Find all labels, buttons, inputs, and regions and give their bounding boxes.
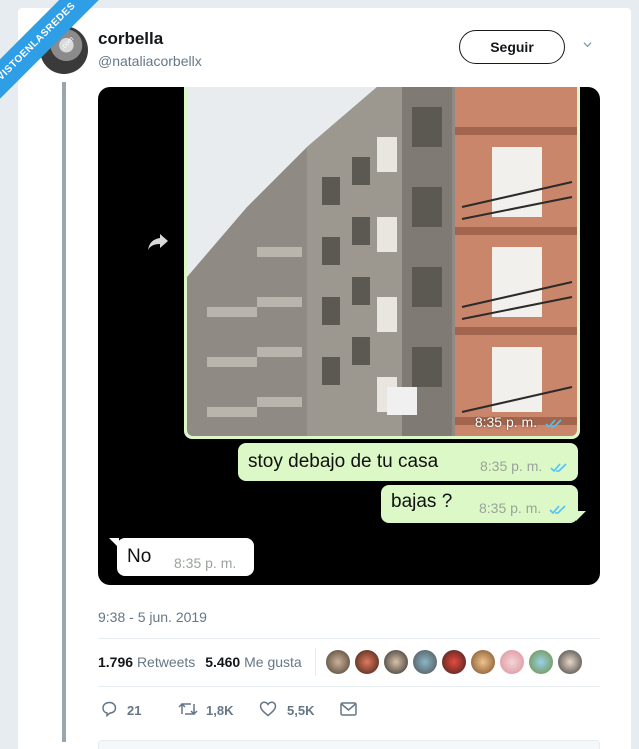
message-time: 8:35 p. m. (479, 500, 567, 516)
reply-count[interactable]: 21 (127, 703, 141, 718)
liker-avatar[interactable] (413, 650, 437, 674)
author-handle[interactable]: @nataliacorbellx (98, 53, 202, 69)
watermark-text: VISTOENLASREDES (0, 0, 100, 105)
liker-avatar[interactable] (442, 650, 466, 674)
tweet-media[interactable]: 8:35 p. m. stoy debajo de tu casa 8:35 p… (98, 87, 600, 585)
mail-icon[interactable] (340, 702, 357, 716)
retweets-label[interactable]: Retweets (137, 654, 195, 670)
divider (98, 686, 600, 687)
read-ticks-icon (549, 505, 566, 514)
liker-avatar[interactable] (558, 650, 582, 674)
message-text: No (127, 546, 152, 567)
reply-composer-edge (98, 740, 600, 749)
message-bubble: bajas ? 8:35 p. m. (381, 485, 578, 523)
follow-button[interactable]: Seguir (459, 30, 565, 64)
building-photo: 8:35 p. m. (187, 87, 577, 436)
message-bubble: stoy debajo de tu casa 8:35 p. m. (238, 443, 578, 481)
forward-icon (148, 234, 168, 250)
message-bubble: No 8:35 p. m. (117, 538, 254, 576)
message-time: 8:35 p. m. (480, 458, 568, 474)
watermark-banner: VISTOENLASREDES (0, 0, 110, 110)
thread-line (62, 82, 66, 742)
heart-icon[interactable] (259, 700, 277, 718)
chevron-down-icon[interactable] (583, 40, 592, 49)
divider (98, 638, 600, 639)
read-ticks-icon (550, 463, 567, 472)
retweet-action-count[interactable]: 1,8K (206, 703, 233, 718)
message-text: bajas ? (391, 491, 453, 512)
reply-icon[interactable] (100, 700, 118, 718)
photo-time-label: 8:35 p. m. (474, 414, 538, 430)
read-ticks-icon (545, 419, 562, 428)
bubble-tail (576, 511, 586, 521)
message-time: 8:35 p. m. (174, 555, 237, 571)
bubble-tail (109, 538, 119, 548)
photo-message: 8:35 p. m. (184, 87, 580, 439)
likes-label[interactable]: Me gusta (244, 654, 302, 670)
liker-avatar[interactable] (384, 650, 408, 674)
like-count[interactable]: 5.460 (205, 654, 240, 670)
liker-avatar[interactable] (326, 650, 350, 674)
liker-avatar[interactable] (529, 650, 553, 674)
liker-avatar[interactable] (500, 650, 524, 674)
retweet-count[interactable]: 1.796 (98, 654, 133, 670)
message-time-label: 8:35 p. m. (479, 500, 542, 516)
tweet-stats: 1.796 Retweets 5.460 Me gusta (98, 654, 308, 670)
tweet-timestamp[interactable]: 9:38 - 5 jun. 2019 (98, 609, 207, 625)
liker-avatar[interactable] (355, 650, 379, 674)
retweet-icon[interactable] (178, 700, 198, 718)
message-time-label: 8:35 p. m. (480, 458, 543, 474)
message-text: stoy debajo de tu casa (248, 451, 439, 472)
liker-avatar[interactable] (471, 650, 495, 674)
photo-time: 8:35 p. m. (475, 414, 563, 430)
stats-separator (315, 648, 316, 676)
like-action-count[interactable]: 5,5K (287, 703, 314, 718)
